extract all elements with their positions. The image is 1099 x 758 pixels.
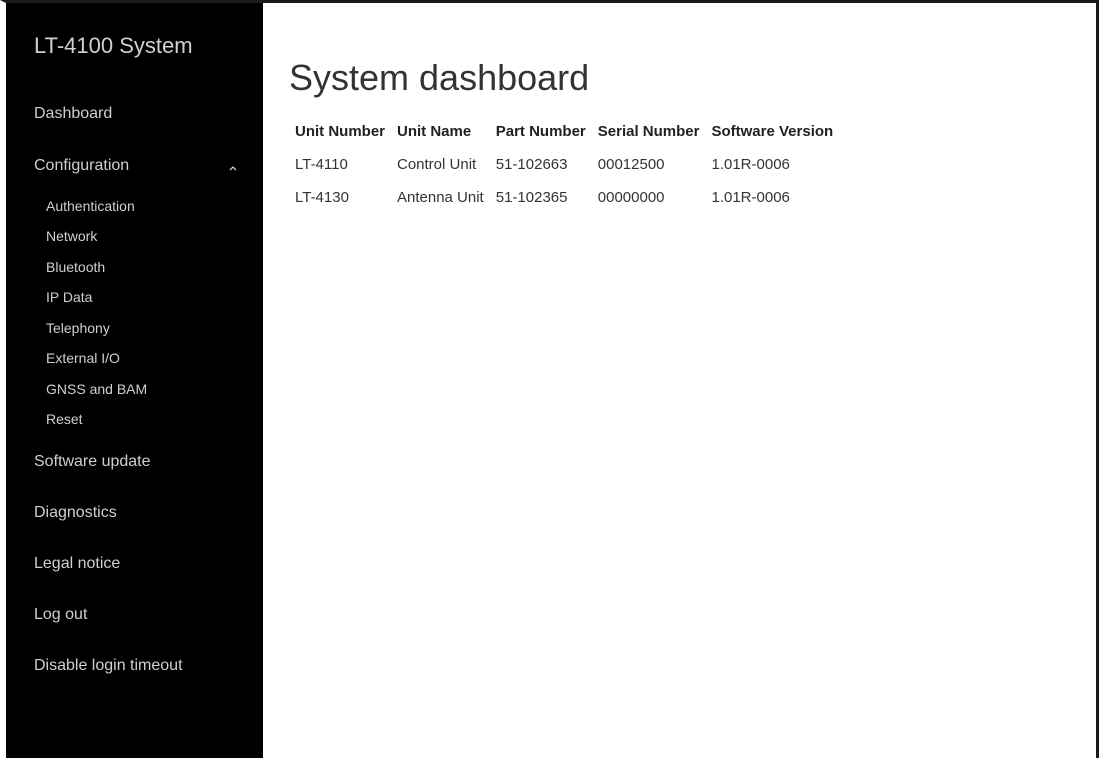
nav-configuration[interactable]: Configuration: [34, 157, 129, 175]
cell-software-version: 1.01R-0006: [711, 189, 790, 206]
brand-title: LT-4100 System: [34, 33, 193, 58]
nav-config-network[interactable]: Network: [46, 228, 97, 244]
col-unit-name: Unit Name: [397, 123, 472, 140]
cell-serial-number: 00000000: [597, 189, 665, 206]
cell-unit-name: Antenna Unit: [397, 189, 484, 206]
chevron-up-icon[interactable]: [228, 163, 238, 173]
col-serial-number: Serial Number: [597, 123, 700, 140]
nav-config-authentication[interactable]: Authentication: [46, 198, 135, 214]
page-title: System dashboard: [289, 57, 590, 98]
col-software-version: Software Version: [711, 123, 834, 140]
nav-legal-notice[interactable]: Legal notice: [34, 555, 120, 573]
cell-part-number: 51-102663: [495, 156, 568, 173]
table-row: LT-4130 Antenna Unit 51-102365 00000000 …: [291, 183, 841, 216]
cell-serial-number: 00012500: [597, 156, 665, 173]
units-table: Unit Number Unit Name Part Number Serial…: [291, 119, 841, 216]
main-content: System dashboard Unit Number Unit Name P…: [263, 3, 1096, 758]
nav-disable-login-timeout[interactable]: Disable login timeout: [34, 657, 183, 675]
cell-unit-number: LT-4130: [295, 189, 349, 206]
table-row: LT-4110 Control Unit 51-102663 00012500 …: [291, 150, 841, 183]
col-unit-number: Unit Number: [295, 123, 385, 140]
nav-config-telephony[interactable]: Telephony: [46, 320, 110, 336]
nav-log-out[interactable]: Log out: [34, 606, 87, 624]
nav-config-external-io[interactable]: External I/O: [46, 350, 120, 366]
col-part-number: Part Number: [495, 123, 586, 140]
nav-diagnostics[interactable]: Diagnostics: [34, 504, 117, 522]
nav-config-reset[interactable]: Reset: [46, 411, 83, 427]
nav-software-update[interactable]: Software update: [34, 453, 151, 471]
cell-unit-name: Control Unit: [397, 156, 477, 173]
sidebar: LT-4100 System Dashboard Configuration A…: [6, 3, 263, 758]
nav-dashboard[interactable]: Dashboard: [34, 105, 112, 123]
table-header-row: Unit Number Unit Name Part Number Serial…: [291, 119, 841, 150]
nav-config-ip-data[interactable]: IP Data: [46, 289, 92, 305]
nav-config-bluetooth[interactable]: Bluetooth: [46, 259, 105, 275]
nav-config-gnss-bam[interactable]: GNSS and BAM: [46, 381, 147, 397]
cell-software-version: 1.01R-0006: [711, 156, 790, 173]
cell-unit-number: LT-4110: [295, 156, 348, 173]
cell-part-number: 51-102365: [495, 189, 568, 206]
